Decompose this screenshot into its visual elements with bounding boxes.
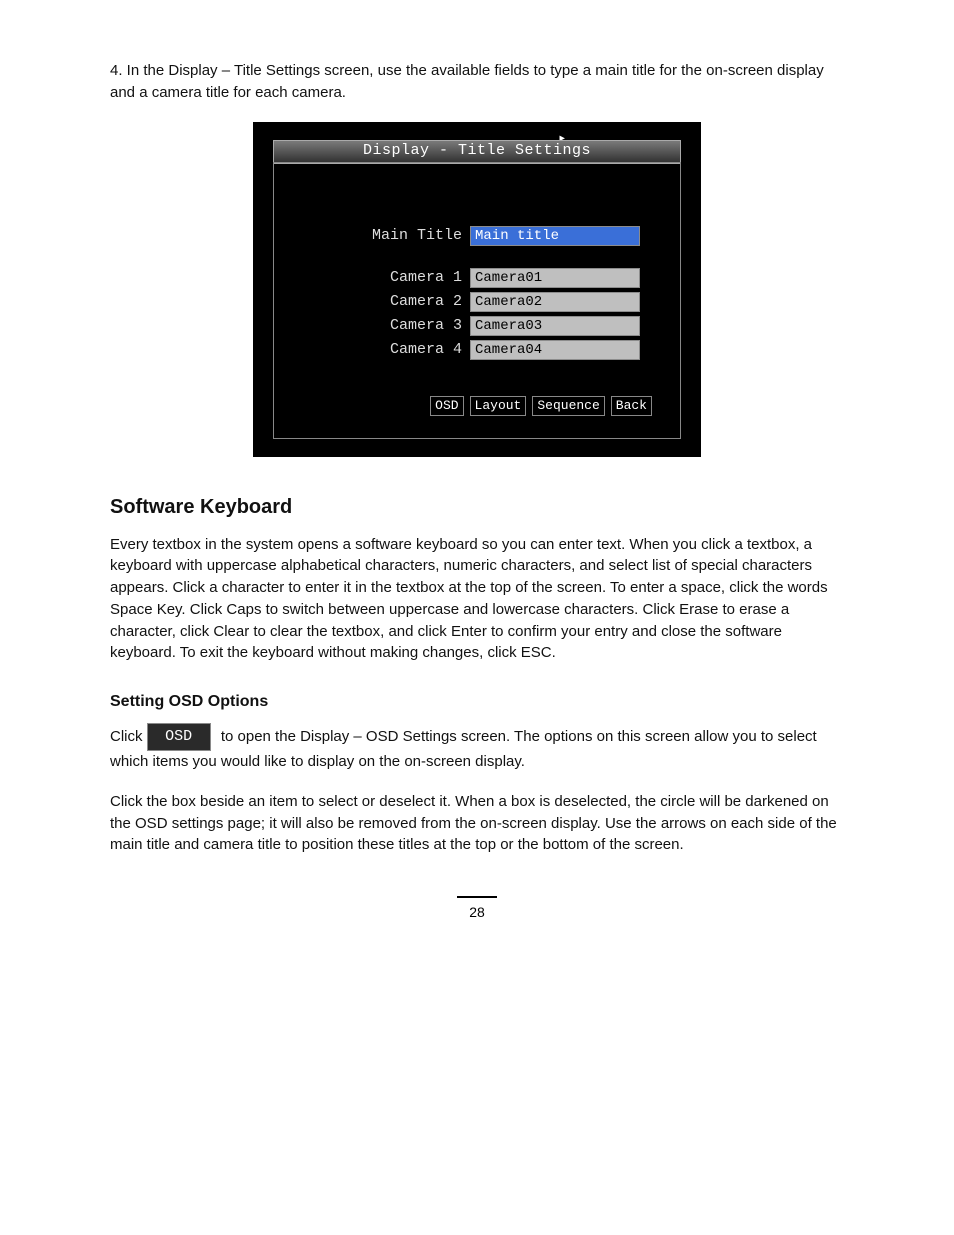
dvr-footer-buttons: OSD Layout Sequence Back (430, 396, 652, 416)
input-main-title[interactable] (470, 226, 640, 246)
input-camera-2[interactable] (470, 292, 640, 312)
label-camera-1: Camera 1 (292, 267, 470, 289)
dvr-panel: Main Title Camera 1 Camera 2 Camer (273, 162, 681, 439)
osd-button[interactable]: OSD (430, 396, 463, 416)
dvr-window-title: Display - Title Settings (273, 140, 681, 164)
intro-paragraph: 4. In the Display – Title Settings scree… (110, 60, 844, 104)
input-camera-4[interactable] (470, 340, 640, 360)
inline-osd-button[interactable]: OSD (147, 723, 211, 751)
document-page: 4. In the Display – Title Settings scree… (0, 0, 954, 1235)
row-camera-1: Camera 1 (292, 267, 662, 289)
sequence-button[interactable]: Sequence (532, 396, 604, 416)
figure-wrapper: ▸ Display - Title Settings Main Title Ca… (110, 122, 844, 457)
osd-para-lead: Click (110, 728, 143, 745)
row-camera-4: Camera 4 (292, 339, 662, 361)
dvr-display-title-settings-screen: ▸ Display - Title Settings Main Title Ca… (253, 122, 701, 457)
document-body: 4. In the Display – Title Settings scree… (110, 60, 844, 856)
osd-additional-paragraph: Click the box beside an item to select o… (110, 791, 844, 856)
input-camera-3[interactable] (470, 316, 640, 336)
page-number: 28 (110, 904, 844, 920)
label-camera-3: Camera 3 (292, 315, 470, 337)
heading-software-keyboard: Software Keyboard (110, 493, 844, 522)
label-camera-2: Camera 2 (292, 291, 470, 313)
dvr-form-area: Main Title Camera 1 Camera 2 Camer (292, 225, 662, 363)
page-separator (457, 896, 497, 898)
osd-options-paragraph: Click OSD to open the Display – OSD Sett… (110, 723, 844, 773)
heading-setting-osd-options: Setting OSD Options (110, 690, 844, 713)
back-button[interactable]: Back (611, 396, 652, 416)
layout-button[interactable]: Layout (470, 396, 527, 416)
row-camera-2: Camera 2 (292, 291, 662, 313)
osd-para-rest: to open the Display – OSD Settings scree… (110, 728, 817, 770)
row-camera-3: Camera 3 (292, 315, 662, 337)
row-main-title: Main Title (292, 225, 662, 247)
label-main-title: Main Title (292, 225, 470, 247)
software-keyboard-paragraph: Every textbox in the system opens a soft… (110, 534, 844, 665)
input-camera-1[interactable] (470, 268, 640, 288)
label-camera-4: Camera 4 (292, 339, 470, 361)
